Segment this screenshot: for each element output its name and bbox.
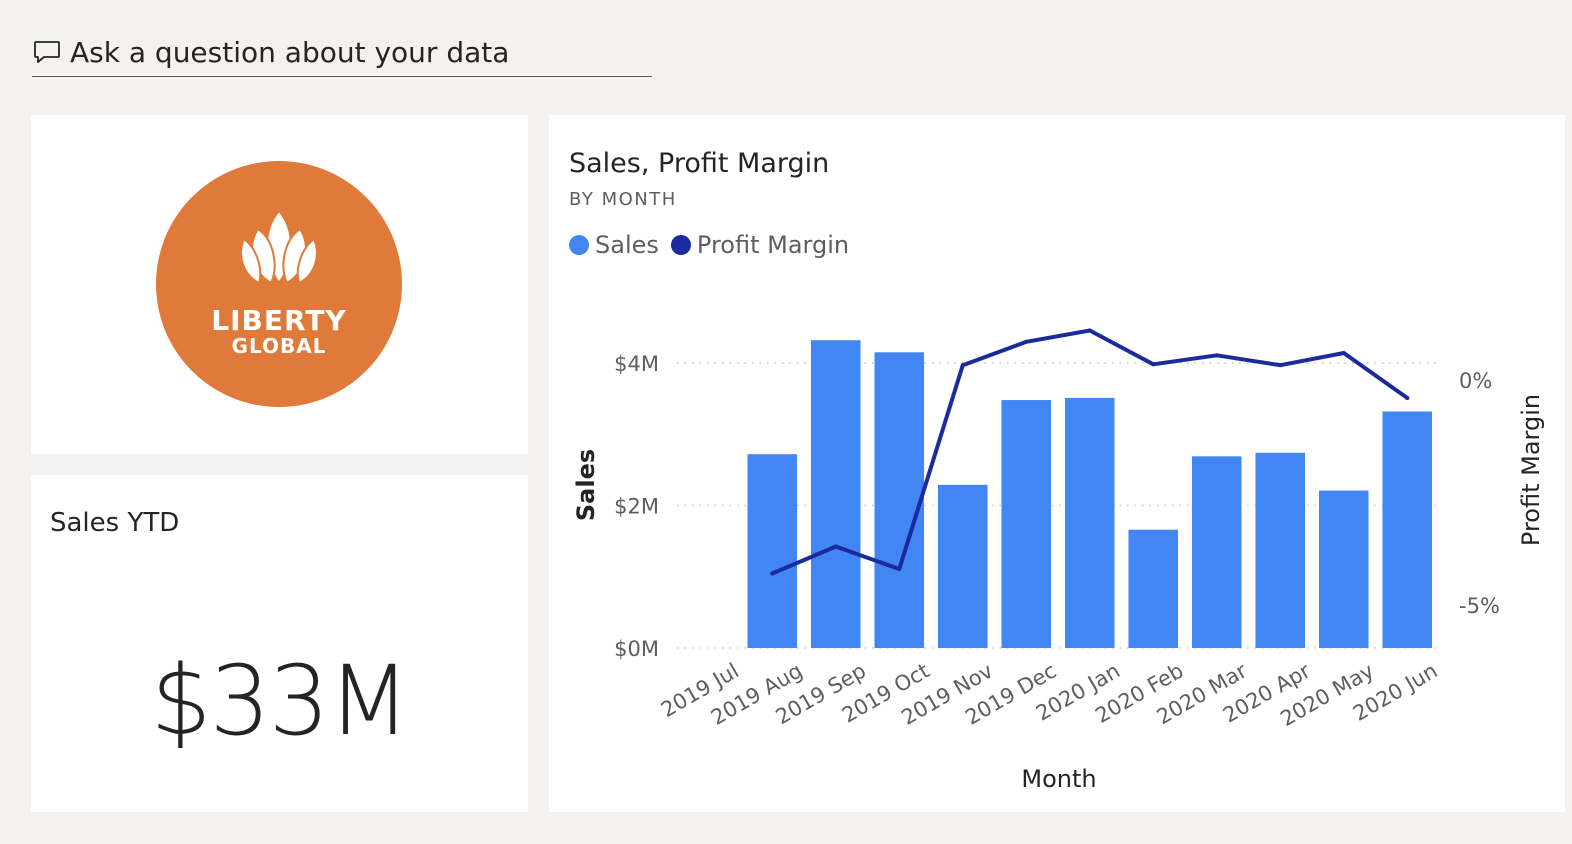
profit-margin-point <box>960 363 965 368</box>
profit-margin-point <box>770 571 775 576</box>
profit-margin-point <box>1024 339 1029 344</box>
bar-2019-dec <box>1001 400 1052 648</box>
speech-bubble-icon <box>32 37 62 67</box>
y-tick-label: $4M <box>614 352 659 376</box>
profit-margin-point <box>1278 363 1283 368</box>
y-tick-label: $2M <box>614 495 659 519</box>
logo-subname: GLOBAL <box>232 334 327 358</box>
profit-margin-point <box>833 544 838 549</box>
bar-2019-oct <box>874 352 925 648</box>
bar-2019-sep <box>810 340 861 648</box>
y2-tick-label: -5% <box>1459 594 1500 618</box>
logo-tile[interactable]: LIBERTY GLOBAL <box>31 115 528 454</box>
kpi-tile[interactable]: Sales YTD $33M <box>31 475 528 812</box>
liberty-global-logo: LIBERTY GLOBAL <box>156 161 402 407</box>
bar-2019-aug <box>747 454 798 648</box>
bar-2020-apr <box>1255 452 1306 648</box>
bar-2019-nov <box>937 484 988 648</box>
combo-chart: $0M$2M$4M0%-5%2019 Jul2019 Aug2019 Sep20… <box>572 328 1545 793</box>
bar-2020-may <box>1318 490 1369 648</box>
bar-2020-mar <box>1191 456 1242 648</box>
y-axis-title: Sales <box>572 449 600 521</box>
bar-2020-jan <box>1064 397 1115 648</box>
y-tick-label: $0M <box>614 637 659 661</box>
x-axis-title: Month <box>1021 765 1096 793</box>
bar-2020-jun <box>1382 411 1433 648</box>
profit-margin-point <box>1214 353 1219 358</box>
qa-search-input[interactable]: Ask a question about your data <box>32 28 652 77</box>
profit-margin-point <box>1341 351 1346 355</box>
kpi-title: Sales YTD <box>50 508 180 538</box>
profit-margin-point <box>1087 328 1092 333</box>
qa-placeholder: Ask a question about your data <box>70 35 510 69</box>
profit-margin-point <box>1405 396 1410 400</box>
logo-name: LIBERTY <box>211 304 346 337</box>
y2-axis-title: Profit Margin <box>1517 394 1545 546</box>
chart-tile[interactable]: Sales, Profit Margin BY MONTH Sales Prof… <box>549 115 1565 812</box>
profit-margin-point <box>1151 362 1156 367</box>
profit-margin-point <box>897 567 902 571</box>
kpi-value: $33M <box>150 645 410 757</box>
y2-tick-label: 0% <box>1459 369 1492 393</box>
bar-2020-feb <box>1128 529 1179 648</box>
